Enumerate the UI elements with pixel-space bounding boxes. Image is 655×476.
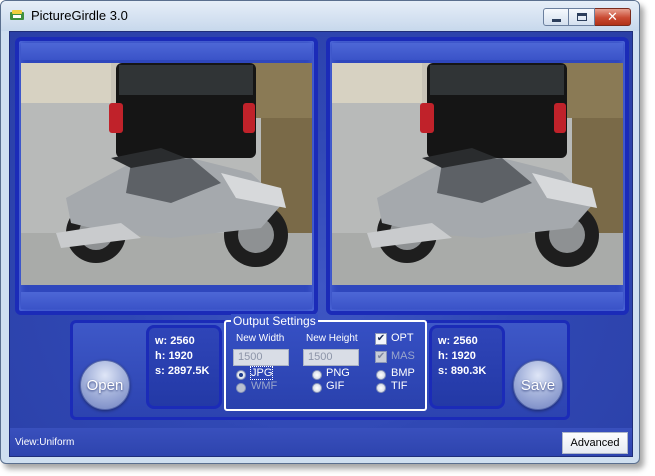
open-button[interactable]: Open: [80, 360, 130, 410]
new-width-input[interactable]: 1500: [233, 349, 289, 366]
wmf-label: WMF: [251, 380, 278, 392]
new-height-input[interactable]: 1500: [303, 349, 359, 366]
source-image-pane: [15, 37, 318, 315]
status-bar: View:Uniform Advanced: [10, 428, 632, 456]
save-button[interactable]: Save: [513, 360, 563, 410]
minimize-icon: [551, 18, 561, 22]
app-window: PictureGirdle 3.0 ✕ Open w: 2560 h: 1920…: [0, 0, 640, 464]
title-bar[interactable]: PictureGirdle 3.0 ✕: [1, 1, 639, 31]
output-settings-legend: Output Settings: [231, 314, 318, 328]
source-photo: [21, 63, 312, 285]
pane-header: [332, 43, 623, 60]
check-icon: ✔: [376, 333, 386, 344]
motorcycle-photo: [332, 63, 623, 285]
close-icon: ✕: [607, 9, 618, 25]
output-width: w: 2560: [438, 335, 478, 347]
source-height: h: 1920: [155, 350, 193, 362]
pane-header: [21, 43, 312, 60]
output-info-box: w: 2560 h: 1920 s: 890.3K: [429, 325, 505, 409]
output-height: h: 1920: [438, 350, 476, 362]
maximize-icon: [576, 13, 587, 21]
minimize-button[interactable]: [543, 8, 569, 26]
bmp-radio[interactable]: [376, 370, 386, 380]
check-icon: ✔: [376, 351, 386, 362]
control-panel: Open w: 2560 h: 1920 s: 2897.5K Output S…: [70, 314, 570, 420]
source-info-box: w: 2560 h: 1920 s: 2897.5K: [146, 325, 222, 409]
tif-radio[interactable]: [376, 383, 386, 393]
gif-radio[interactable]: [312, 383, 322, 393]
mas-checkbox[interactable]: ✔: [375, 351, 387, 363]
main-area: Open w: 2560 h: 1920 s: 2897.5K Output S…: [9, 31, 633, 457]
tif-label: TIF: [391, 380, 408, 392]
bmp-label: BMP: [391, 367, 415, 379]
open-button-label: Open: [86, 376, 124, 394]
pane-footer: [332, 292, 623, 309]
gif-label: GIF: [326, 380, 345, 392]
app-logo-icon: [10, 10, 24, 20]
output-photo: [332, 63, 623, 285]
new-width-label: New Width: [236, 333, 285, 344]
advanced-button[interactable]: Advanced: [562, 432, 628, 454]
jpg-label: JPG: [249, 366, 274, 380]
source-width: w: 2560: [155, 335, 195, 347]
output-size: s: 890.3K: [438, 365, 487, 377]
source-size: s: 2897.5K: [155, 365, 210, 377]
maximize-button[interactable]: [569, 8, 595, 26]
output-image-pane: [326, 37, 629, 315]
mas-label: MAS: [391, 350, 415, 362]
close-button[interactable]: ✕: [595, 8, 631, 26]
png-radio[interactable]: [312, 370, 322, 380]
save-button-label: Save: [520, 376, 556, 394]
view-status: View:Uniform: [15, 437, 75, 448]
window-title: PictureGirdle 3.0: [31, 8, 128, 23]
png-label: PNG: [326, 367, 350, 379]
wmf-radio[interactable]: [236, 383, 246, 393]
pane-footer: [21, 292, 312, 309]
new-height-label: New Height: [306, 333, 358, 344]
opt-label: OPT: [391, 332, 414, 344]
opt-checkbox[interactable]: ✔: [375, 333, 387, 345]
motorcycle-photo: [21, 63, 312, 285]
output-settings-group: Output Settings New Width New Height 150…: [224, 314, 427, 411]
jpg-radio[interactable]: [236, 370, 246, 380]
